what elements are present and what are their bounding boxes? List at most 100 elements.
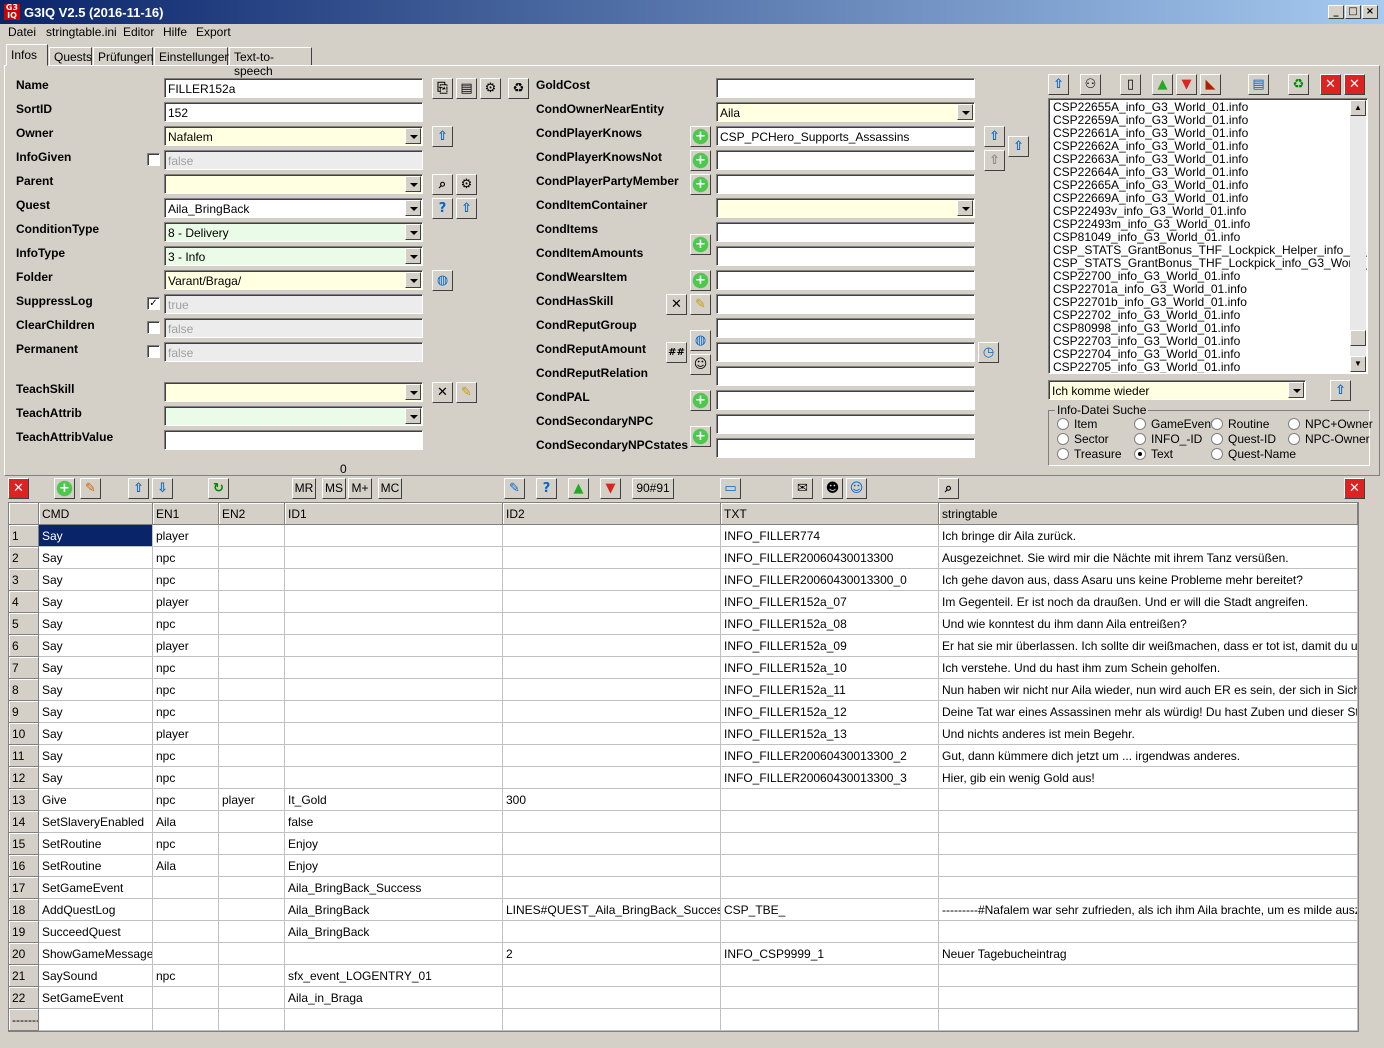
cell-id2[interactable]: [503, 635, 721, 657]
cell-cmd[interactable]: Give: [39, 789, 153, 811]
cell-id2[interactable]: [503, 921, 721, 943]
cell-id1[interactable]: [285, 701, 503, 723]
name-field[interactable]: FILLER152a: [164, 78, 423, 98]
condreput-people-icon[interactable]: ☺: [690, 354, 711, 375]
condplayerknows-up-icon[interactable]: ⇧: [984, 126, 1005, 147]
speech-icon[interactable]: ▭: [720, 478, 741, 499]
cell-en1[interactable]: npc: [153, 789, 219, 811]
table-row[interactable]: 11 Say npc INFO_FILLER20060430013300_2 Gut, …: [9, 745, 1358, 767]
cell-en1[interactable]: player: [153, 525, 219, 547]
cell-cmd[interactable]: Say: [39, 701, 153, 723]
cell-id1[interactable]: Aila_BringBack_Success: [285, 877, 503, 899]
table-row[interactable]: 22 SetGameEvent Aila_in_Braga: [9, 987, 1358, 1009]
cell-stringtable[interactable]: Er hat sie mir überlassen. Ich sollte di…: [939, 635, 1358, 657]
cell-en1[interactable]: player: [153, 635, 219, 657]
cell-txt[interactable]: INFO_FILLER20060430013300: [721, 547, 939, 569]
cell-id2[interactable]: [503, 679, 721, 701]
clock-icon[interactable]: ◷: [978, 342, 999, 363]
cell-txt[interactable]: INFO_FILLER152a_08: [721, 613, 939, 635]
cell-txt[interactable]: [721, 987, 939, 1009]
radio-gameevent[interactable]: GameEvent: [1134, 417, 1214, 431]
cell-en1[interactable]: [153, 1009, 219, 1031]
cell-stringtable[interactable]: Deine Tat war eines Assassinen mehr als …: [939, 701, 1358, 723]
table-row[interactable]: 9 Say npc INFO_FILLER152a_12 Deine Tat war e…: [9, 701, 1358, 723]
mplus-button[interactable]: M+: [348, 478, 372, 499]
minimize-button[interactable]: _: [1328, 5, 1344, 19]
cell-stringtable[interactable]: [939, 965, 1358, 987]
cell-stringtable[interactable]: Hier, gib ein wenig Gold aus!: [939, 767, 1358, 789]
cell-en2[interactable]: [219, 525, 285, 547]
move-down-icon[interactable]: ⇩: [152, 478, 173, 499]
cell-id1[interactable]: Enjoy: [285, 855, 503, 877]
cell-txt[interactable]: INFO_FILLER152a_12: [721, 701, 939, 723]
condplayerknows-field[interactable]: CSP_PCHero_Supports_Assassins: [716, 126, 975, 146]
cell-cmd[interactable]: Say: [39, 635, 153, 657]
condplayerknowsnot-add-icon[interactable]: +: [690, 150, 711, 171]
cell-id1[interactable]: [285, 767, 503, 789]
menu-datei[interactable]: Datei: [8, 25, 36, 39]
cell-en2[interactable]: [219, 701, 285, 723]
cell-id1[interactable]: Enjoy: [285, 833, 503, 855]
cell-txt[interactable]: [721, 877, 939, 899]
table-row[interactable]: 18 AddQuestLog Aila_BringBack LINES#QUEST_A…: [9, 899, 1358, 921]
cell-stringtable[interactable]: [939, 811, 1358, 833]
cell-en1[interactable]: player: [153, 723, 219, 745]
cell-id1[interactable]: Aila_BringBack: [285, 899, 503, 921]
ratio-button[interactable]: 90#91: [632, 478, 674, 499]
condhasskill-tools-icon[interactable]: ✕: [666, 294, 687, 315]
permanent-checkbox[interactable]: [147, 345, 160, 358]
cell-en1[interactable]: player: [153, 591, 219, 613]
condhasskill-wand-icon[interactable]: ✎: [690, 294, 711, 315]
table-row[interactable]: 4 Say player INFO_FILLER152a_07 Im Gegenteil…: [9, 591, 1358, 613]
cell-id2[interactable]: [503, 591, 721, 613]
refresh-icon[interactable]: ↻: [208, 478, 229, 499]
cell-id2[interactable]: [503, 1009, 721, 1031]
radio-item[interactable]: Item: [1057, 417, 1097, 431]
cell-txt[interactable]: CSP_TBE_: [721, 899, 939, 921]
cell-txt[interactable]: [721, 921, 939, 943]
teachattrib-combo[interactable]: [164, 406, 423, 426]
cell-cmd[interactable]: Say: [39, 723, 153, 745]
radio-npc-minus-owner[interactable]: NPC-Owner: [1288, 432, 1370, 446]
cell-txt[interactable]: INFO_FILLER20060430013300_0: [721, 569, 939, 591]
cell-en1[interactable]: [153, 921, 219, 943]
quest-up-icon[interactable]: ⇧: [456, 198, 477, 219]
cell-txt[interactable]: INFO_FILLER774: [721, 525, 939, 547]
cell-en1[interactable]: [153, 943, 219, 965]
cell-en2[interactable]: [219, 635, 285, 657]
table-row[interactable]: 12 Say npc INFO_FILLER20060430013300_3 Hier,…: [9, 767, 1358, 789]
cell-id1[interactable]: sfx_event_LOGENTRY_01: [285, 965, 503, 987]
cell-id2[interactable]: 2: [503, 943, 721, 965]
condsecondarynpc-field[interactable]: [716, 414, 975, 434]
search-dropdown-icon[interactable]: [1288, 382, 1304, 398]
cell-cmd[interactable]: SetGameEvent: [39, 877, 153, 899]
list-item[interactable]: CSP22705_info_G3_World_01.info: [1053, 361, 1240, 374]
cell-stringtable[interactable]: [939, 1009, 1358, 1031]
cell-txt[interactable]: INFO_FILLER152a_10: [721, 657, 939, 679]
cell-stringtable[interactable]: Ich bringe dir Aila zurück.: [939, 525, 1358, 547]
cell-id1[interactable]: [285, 613, 503, 635]
save-icon[interactable]: ▤: [456, 78, 477, 99]
cell-stringtable[interactable]: Nun haben wir nicht nur Aila wieder, nun…: [939, 679, 1358, 701]
cell-en2[interactable]: [219, 657, 285, 679]
cell-en2[interactable]: [219, 723, 285, 745]
conditemcontainer-combo[interactable]: [716, 198, 975, 218]
radio-treasure[interactable]: Treasure: [1057, 447, 1122, 461]
scroll-thumb[interactable]: [1350, 330, 1366, 346]
radio-info-id[interactable]: INFO_-ID: [1134, 432, 1202, 446]
cell-cmd[interactable]: AddQuestLog: [39, 899, 153, 921]
infogiven-checkbox[interactable]: [147, 153, 160, 166]
cell-id1[interactable]: [285, 943, 503, 965]
cell-id1[interactable]: Aila_in_Braga: [285, 987, 503, 1009]
condpal-field[interactable]: [716, 390, 975, 410]
cell-stringtable[interactable]: Und nichts anderes ist mein Begehr.: [939, 723, 1358, 745]
condplayerknows-up2-icon[interactable]: ⇧: [1008, 136, 1029, 157]
export-up-icon[interactable]: ⇧: [1048, 74, 1069, 95]
ms-button[interactable]: MS: [322, 478, 346, 499]
cell-txt[interactable]: [721, 789, 939, 811]
cell-stringtable[interactable]: Neuer Tagebucheintrag: [939, 943, 1358, 965]
cell-cmd[interactable]: Say: [39, 657, 153, 679]
menu-editor[interactable]: Editor: [123, 25, 154, 39]
condreputgroup-field[interactable]: [716, 318, 975, 338]
radio-sector[interactable]: Sector: [1057, 432, 1109, 446]
